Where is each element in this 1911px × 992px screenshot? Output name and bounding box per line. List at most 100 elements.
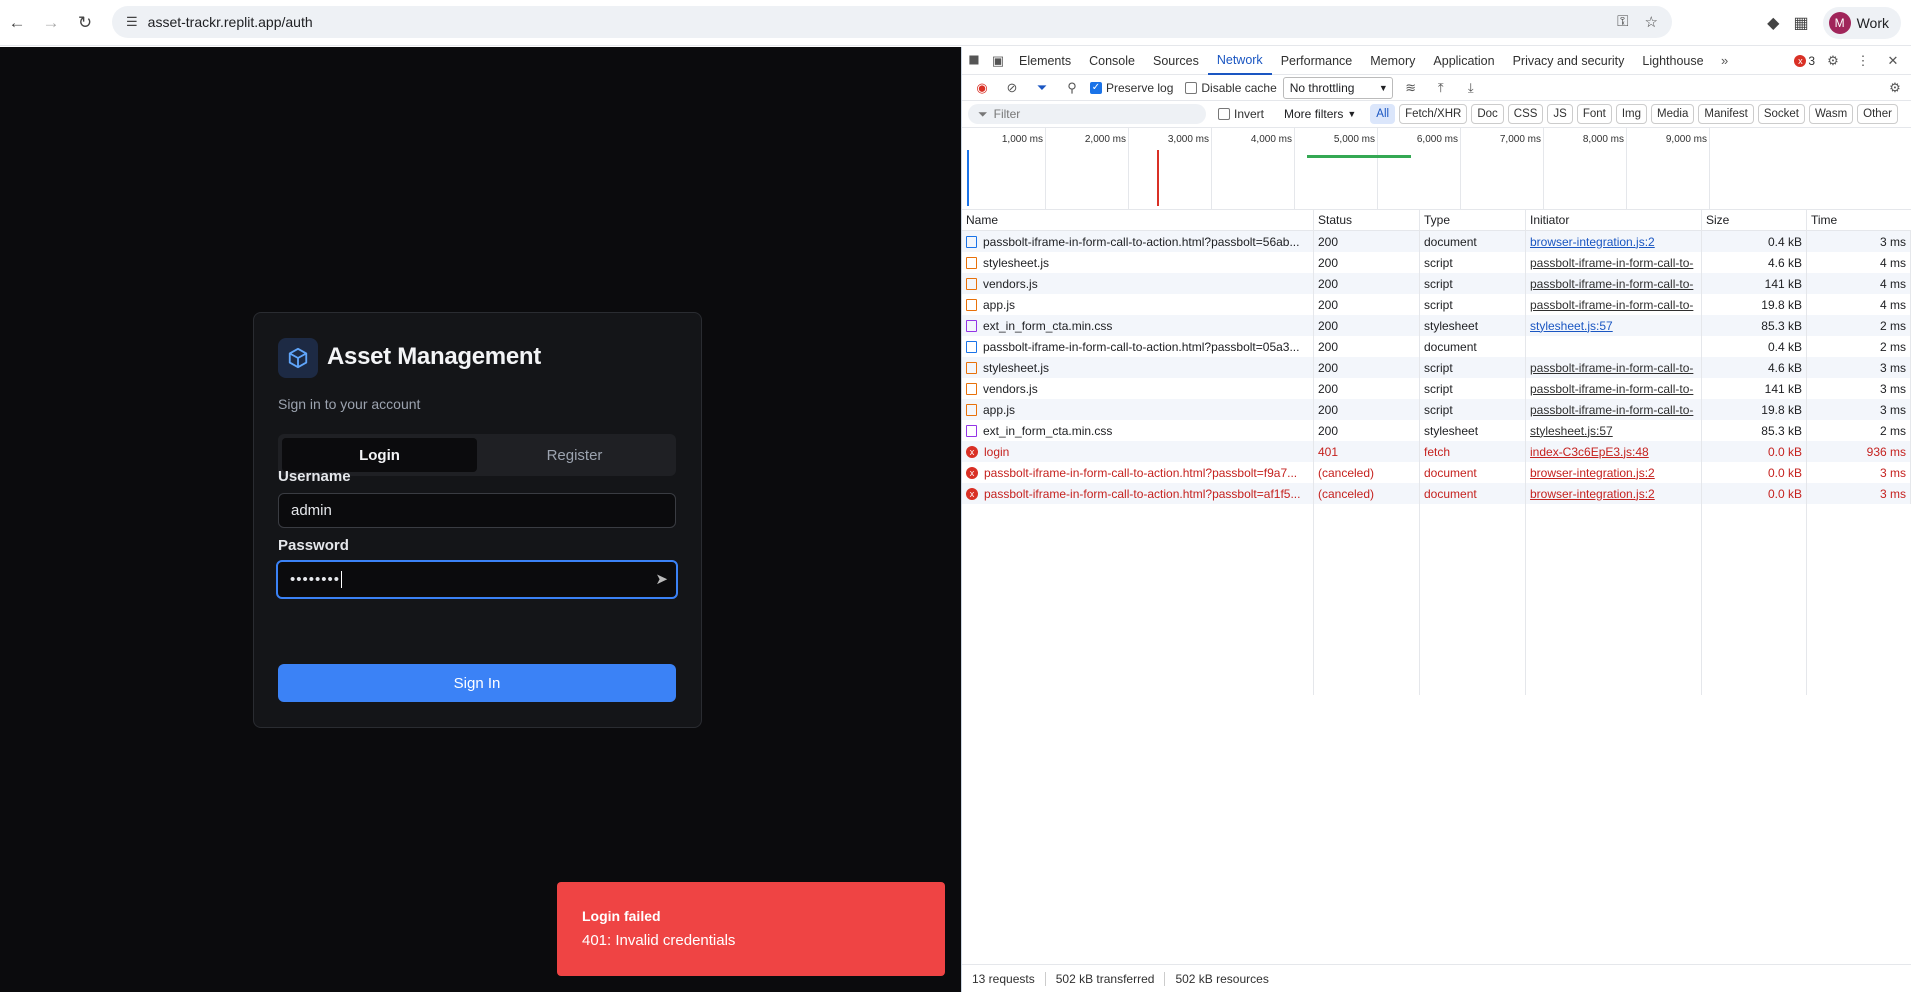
address-bar[interactable]: ☰ asset-trackr.replit.app/auth ⚿ ☆ — [112, 6, 1672, 38]
network-conditions-icon[interactable]: ≋ — [1399, 76, 1423, 100]
filter-pill-font[interactable]: Font — [1576, 104, 1612, 124]
initiator-link[interactable]: passbolt-iframe-in-form-call-to- — [1530, 256, 1693, 270]
tab-privacy-and-security[interactable]: Privacy and security — [1504, 47, 1634, 75]
cell-initiator[interactable]: browser-integration.js:2 — [1526, 231, 1702, 252]
tab-network[interactable]: Network — [1207, 47, 1272, 75]
filter-pill-css[interactable]: CSS — [1507, 104, 1544, 124]
filter-funnel-icon[interactable]: ⏷ — [1030, 76, 1054, 100]
initiator-link[interactable]: passbolt-iframe-in-form-call-to- — [1530, 403, 1693, 417]
cell-initiator[interactable]: passbolt-iframe-in-form-call-to- — [1526, 252, 1702, 273]
cell-initiator[interactable]: index-C3c6EpE3.js:48 — [1526, 441, 1702, 462]
filter-pill-manifest[interactable]: Manifest — [1698, 104, 1754, 124]
tab-sources[interactable]: Sources — [1144, 47, 1208, 75]
request-row[interactable]: passbolt-iframe-in-form-call-to-action.h… — [962, 231, 1911, 252]
cell-initiator[interactable]: browser-integration.js:2 — [1526, 462, 1702, 483]
forward-arrow-icon[interactable]: → — [34, 6, 68, 40]
cell-initiator[interactable]: browser-integration.js:2 — [1526, 483, 1702, 504]
cell-initiator[interactable]: passbolt-iframe-in-form-call-to- — [1526, 273, 1702, 294]
invert-checkbox[interactable]: Invert — [1218, 107, 1264, 121]
tab-lighthouse[interactable]: Lighthouse — [1633, 47, 1712, 75]
bookmark-star-icon[interactable]: ☆ — [1645, 13, 1658, 31]
request-row[interactable]: stylesheet.js 200 script passbolt-iframe-in… — [962, 357, 1911, 378]
error-count-badge[interactable]: x3 — [1794, 54, 1815, 68]
error-toast[interactable]: Login failed 401: Invalid credentials — [557, 882, 945, 976]
kebab-menu-icon[interactable]: ⋮ — [1851, 49, 1875, 73]
col-size[interactable]: Size — [1702, 210, 1807, 230]
filter-pill-js[interactable]: JS — [1547, 104, 1573, 124]
initiator-link[interactable]: stylesheet.js:57 — [1530, 319, 1613, 333]
close-icon[interactable]: ✕ — [1881, 49, 1905, 73]
username-field[interactable]: admin — [278, 493, 676, 528]
network-overview-timeline[interactable]: 1,000 ms 2,000 ms 3,000 ms 4,000 ms 5,000 ms… — [962, 128, 1911, 210]
cell-initiator[interactable]: stylesheet.js:57 — [1526, 315, 1702, 336]
record-stop-icon[interactable]: ◉ — [970, 76, 994, 100]
inspect-element-icon[interactable]: ⯀ — [962, 49, 986, 73]
sign-in-button[interactable]: Sign In — [278, 664, 676, 702]
col-time[interactable]: Time — [1807, 210, 1911, 230]
initiator-link[interactable]: index-C3c6EpE3.js:48 — [1530, 445, 1649, 459]
filter-pill-wasm[interactable]: Wasm — [1809, 104, 1854, 124]
back-arrow-icon[interactable]: ← — [0, 6, 34, 40]
password-field[interactable]: •••••••• ➤ — [276, 560, 678, 599]
initiator-link[interactable]: passbolt-iframe-in-form-call-to- — [1530, 382, 1693, 396]
key-icon[interactable]: ⚿ — [1617, 13, 1628, 31]
tab-elements[interactable]: Elements — [1010, 47, 1080, 75]
disable-cache-checkbox[interactable]: Disable cache — [1185, 81, 1277, 95]
more-tabs-icon[interactable]: » — [1713, 49, 1737, 73]
request-row[interactable]: app.js 200 script passbolt-iframe-in-form-c… — [962, 399, 1911, 420]
tab-application[interactable]: Application — [1424, 47, 1503, 75]
initiator-link[interactable]: browser-integration.js:2 — [1530, 487, 1655, 501]
initiator-link[interactable]: passbolt-iframe-in-form-call-to- — [1530, 277, 1693, 291]
passbolt-extension-icon[interactable]: ◆ — [1767, 13, 1779, 33]
device-toolbar-icon[interactable]: ▣ — [986, 49, 1010, 73]
filter-pill-other[interactable]: Other — [1857, 104, 1898, 124]
tab-performance[interactable]: Performance — [1272, 47, 1362, 75]
filter-pill-doc[interactable]: Doc — [1471, 104, 1504, 124]
filter-pill-media[interactable]: Media — [1651, 104, 1695, 124]
initiator-link[interactable]: browser-integration.js:2 — [1530, 235, 1655, 249]
request-row[interactable]: stylesheet.js 200 script passbolt-iframe-in… — [962, 252, 1911, 273]
initiator-link[interactable]: passbolt-iframe-in-form-call-to- — [1530, 298, 1693, 312]
export-har-icon[interactable]: ⤓ — [1459, 76, 1483, 100]
url-text[interactable]: asset-trackr.replit.app/auth — [148, 14, 313, 30]
cell-initiator[interactable]: passbolt-iframe-in-form-call-to- — [1526, 294, 1702, 315]
tab-memory[interactable]: Memory — [1361, 47, 1424, 75]
filter-pill-fetchxhr[interactable]: Fetch/XHR — [1399, 104, 1468, 124]
tab-login[interactable]: Login — [282, 438, 477, 472]
filter-input[interactable]: ⏷ Filter — [968, 104, 1206, 124]
passbolt-fill-icon[interactable]: ➤ — [655, 570, 668, 588]
cell-initiator[interactable]: stylesheet.js:57 — [1526, 420, 1702, 441]
request-row[interactable]: passbolt-iframe-in-form-call-to-action.h… — [962, 336, 1911, 357]
initiator-link[interactable]: stylesheet.js:57 — [1530, 424, 1613, 438]
initiator-link[interactable]: passbolt-iframe-in-form-call-to- — [1530, 361, 1693, 375]
request-row[interactable]: app.js 200 script passbolt-iframe-in-form-c… — [962, 294, 1911, 315]
network-settings-gear-icon[interactable]: ⚙ — [1883, 76, 1907, 100]
reload-icon[interactable]: ↻ — [68, 6, 102, 40]
tab-console[interactable]: Console — [1080, 47, 1144, 75]
initiator-link[interactable]: browser-integration.js:2 — [1530, 466, 1655, 480]
throttling-select[interactable]: No throttling ▼ — [1282, 76, 1393, 99]
request-row[interactable]: ext_in_form_cta.min.css 200 stylesheet styl… — [962, 315, 1911, 336]
request-row[interactable]: ext_in_form_cta.min.css 200 stylesheet styl… — [962, 420, 1911, 441]
request-row[interactable]: vendors.js 200 script passbolt-iframe-in-fo… — [962, 378, 1911, 399]
more-filters-dropdown[interactable]: More filters ▼ — [1284, 107, 1356, 121]
tab-register[interactable]: Register — [477, 438, 672, 472]
request-row[interactable]: x login 401 fetch index-C3c6EpE3.js:48 0.0 kB… — [962, 441, 1911, 462]
search-icon[interactable]: ⚲ — [1060, 76, 1084, 100]
cell-initiator[interactable]: passbolt-iframe-in-form-call-to- — [1526, 357, 1702, 378]
request-row[interactable]: x passbolt-iframe-in-form-call-to-action.… — [962, 462, 1911, 483]
extensions-puzzle-icon[interactable]: ▦ — [1793, 13, 1808, 33]
import-har-icon[interactable]: ⤒ — [1429, 76, 1453, 100]
filter-pill-img[interactable]: Img — [1615, 104, 1648, 124]
request-row[interactable]: x passbolt-iframe-in-form-call-to-action.… — [962, 483, 1911, 504]
col-initiator[interactable]: Initiator — [1526, 210, 1702, 230]
cell-initiator[interactable]: passbolt-iframe-in-form-call-to- — [1526, 378, 1702, 399]
filter-pill-all[interactable]: All — [1370, 104, 1396, 124]
clear-icon[interactable]: ⊘ — [1000, 76, 1024, 100]
col-status[interactable]: Status — [1314, 210, 1420, 230]
profile-button[interactable]: M Work — [1822, 7, 1901, 39]
settings-gear-icon[interactable]: ⚙ — [1821, 49, 1845, 73]
request-row[interactable]: vendors.js 200 script passbolt-iframe-in-fo… — [962, 273, 1911, 294]
col-name[interactable]: Name — [962, 210, 1314, 230]
filter-pill-socket[interactable]: Socket — [1757, 104, 1805, 124]
